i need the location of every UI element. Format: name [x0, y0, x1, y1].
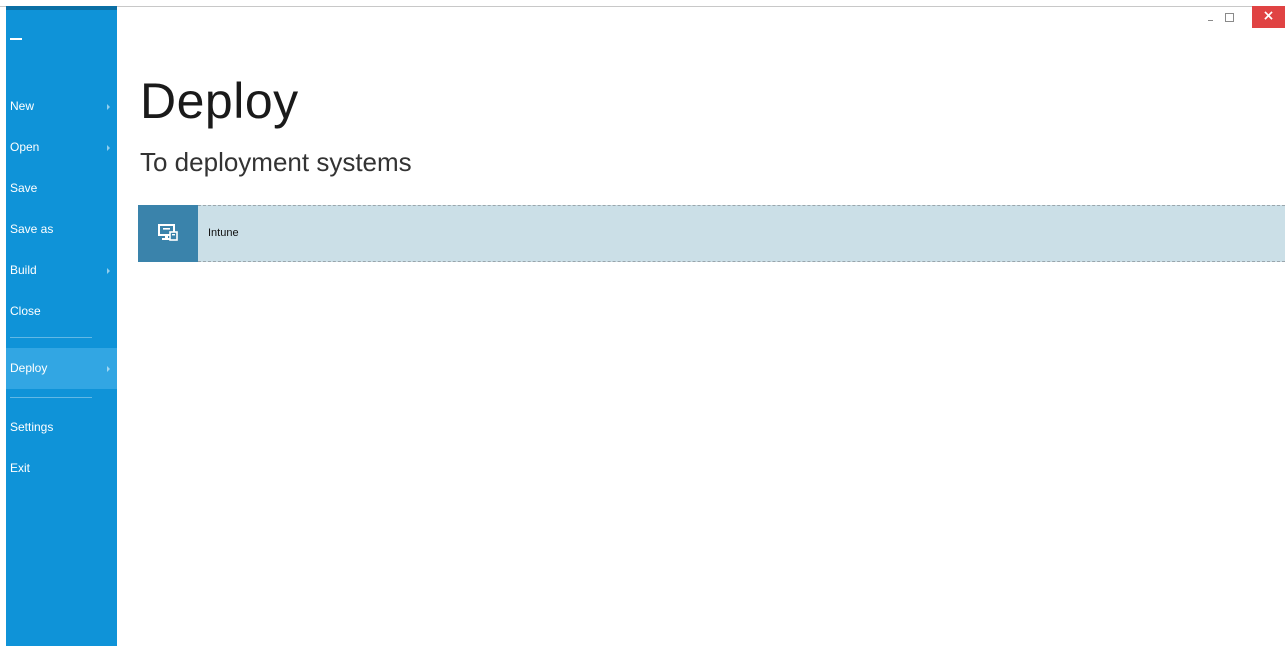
submenu-arrow-icon	[107, 104, 110, 110]
menu-item-label: Settings	[10, 420, 54, 434]
submenu-arrow-icon	[107, 145, 110, 151]
menu-item-save[interactable]: Save	[6, 168, 117, 209]
back-icon	[10, 38, 22, 40]
menu-item-label: Save as	[10, 222, 54, 236]
window-top-border	[0, 6, 1285, 7]
deploy-target-intune[interactable]: Intune	[138, 205, 1285, 262]
deploy-target-label: Intune	[208, 227, 239, 239]
minimize-button[interactable]	[1206, 6, 1218, 28]
page-subtitle: To deployment systems	[140, 147, 412, 177]
monitor-deploy-icon	[158, 224, 178, 241]
submenu-arrow-icon	[107, 268, 110, 274]
menu-item-settings[interactable]: Settings	[6, 407, 117, 448]
menu-item-label: Deploy	[10, 361, 48, 375]
menu-item-build[interactable]: Build	[6, 250, 117, 291]
menu-item-exit[interactable]: Exit	[6, 448, 117, 489]
close-button[interactable]: ×	[1252, 6, 1285, 28]
menu-item-new[interactable]: New	[6, 86, 117, 127]
menu-item-open[interactable]: Open	[6, 127, 117, 168]
menu-item-label: Open	[10, 140, 40, 154]
menu-item-label: New	[10, 99, 35, 113]
menu-item-save-as[interactable]: Save as	[6, 209, 117, 250]
maximize-icon	[1225, 13, 1234, 22]
menu-item-close[interactable]: Close	[6, 291, 117, 332]
menu-item-deploy[interactable]: Deploy	[6, 348, 117, 389]
backstage-sidebar: New Open Save Save as Build Close Deploy…	[6, 6, 117, 646]
menu-item-label: Build	[10, 263, 37, 277]
submenu-arrow-icon	[107, 366, 110, 372]
menu-item-label: Close	[10, 304, 41, 318]
maximize-button[interactable]	[1222, 6, 1236, 28]
menu-separator	[10, 397, 92, 398]
menu-separator	[10, 337, 92, 338]
minimize-icon	[1208, 20, 1213, 21]
back-button[interactable]	[6, 16, 46, 50]
page-title: Deploy	[140, 73, 299, 129]
menu-item-label: Exit	[10, 461, 31, 475]
sidebar-top-strip	[6, 6, 117, 10]
intune-deploy-icon	[138, 205, 198, 262]
menu-item-label: Save	[10, 181, 38, 195]
close-icon: ×	[1262, 8, 1275, 24]
